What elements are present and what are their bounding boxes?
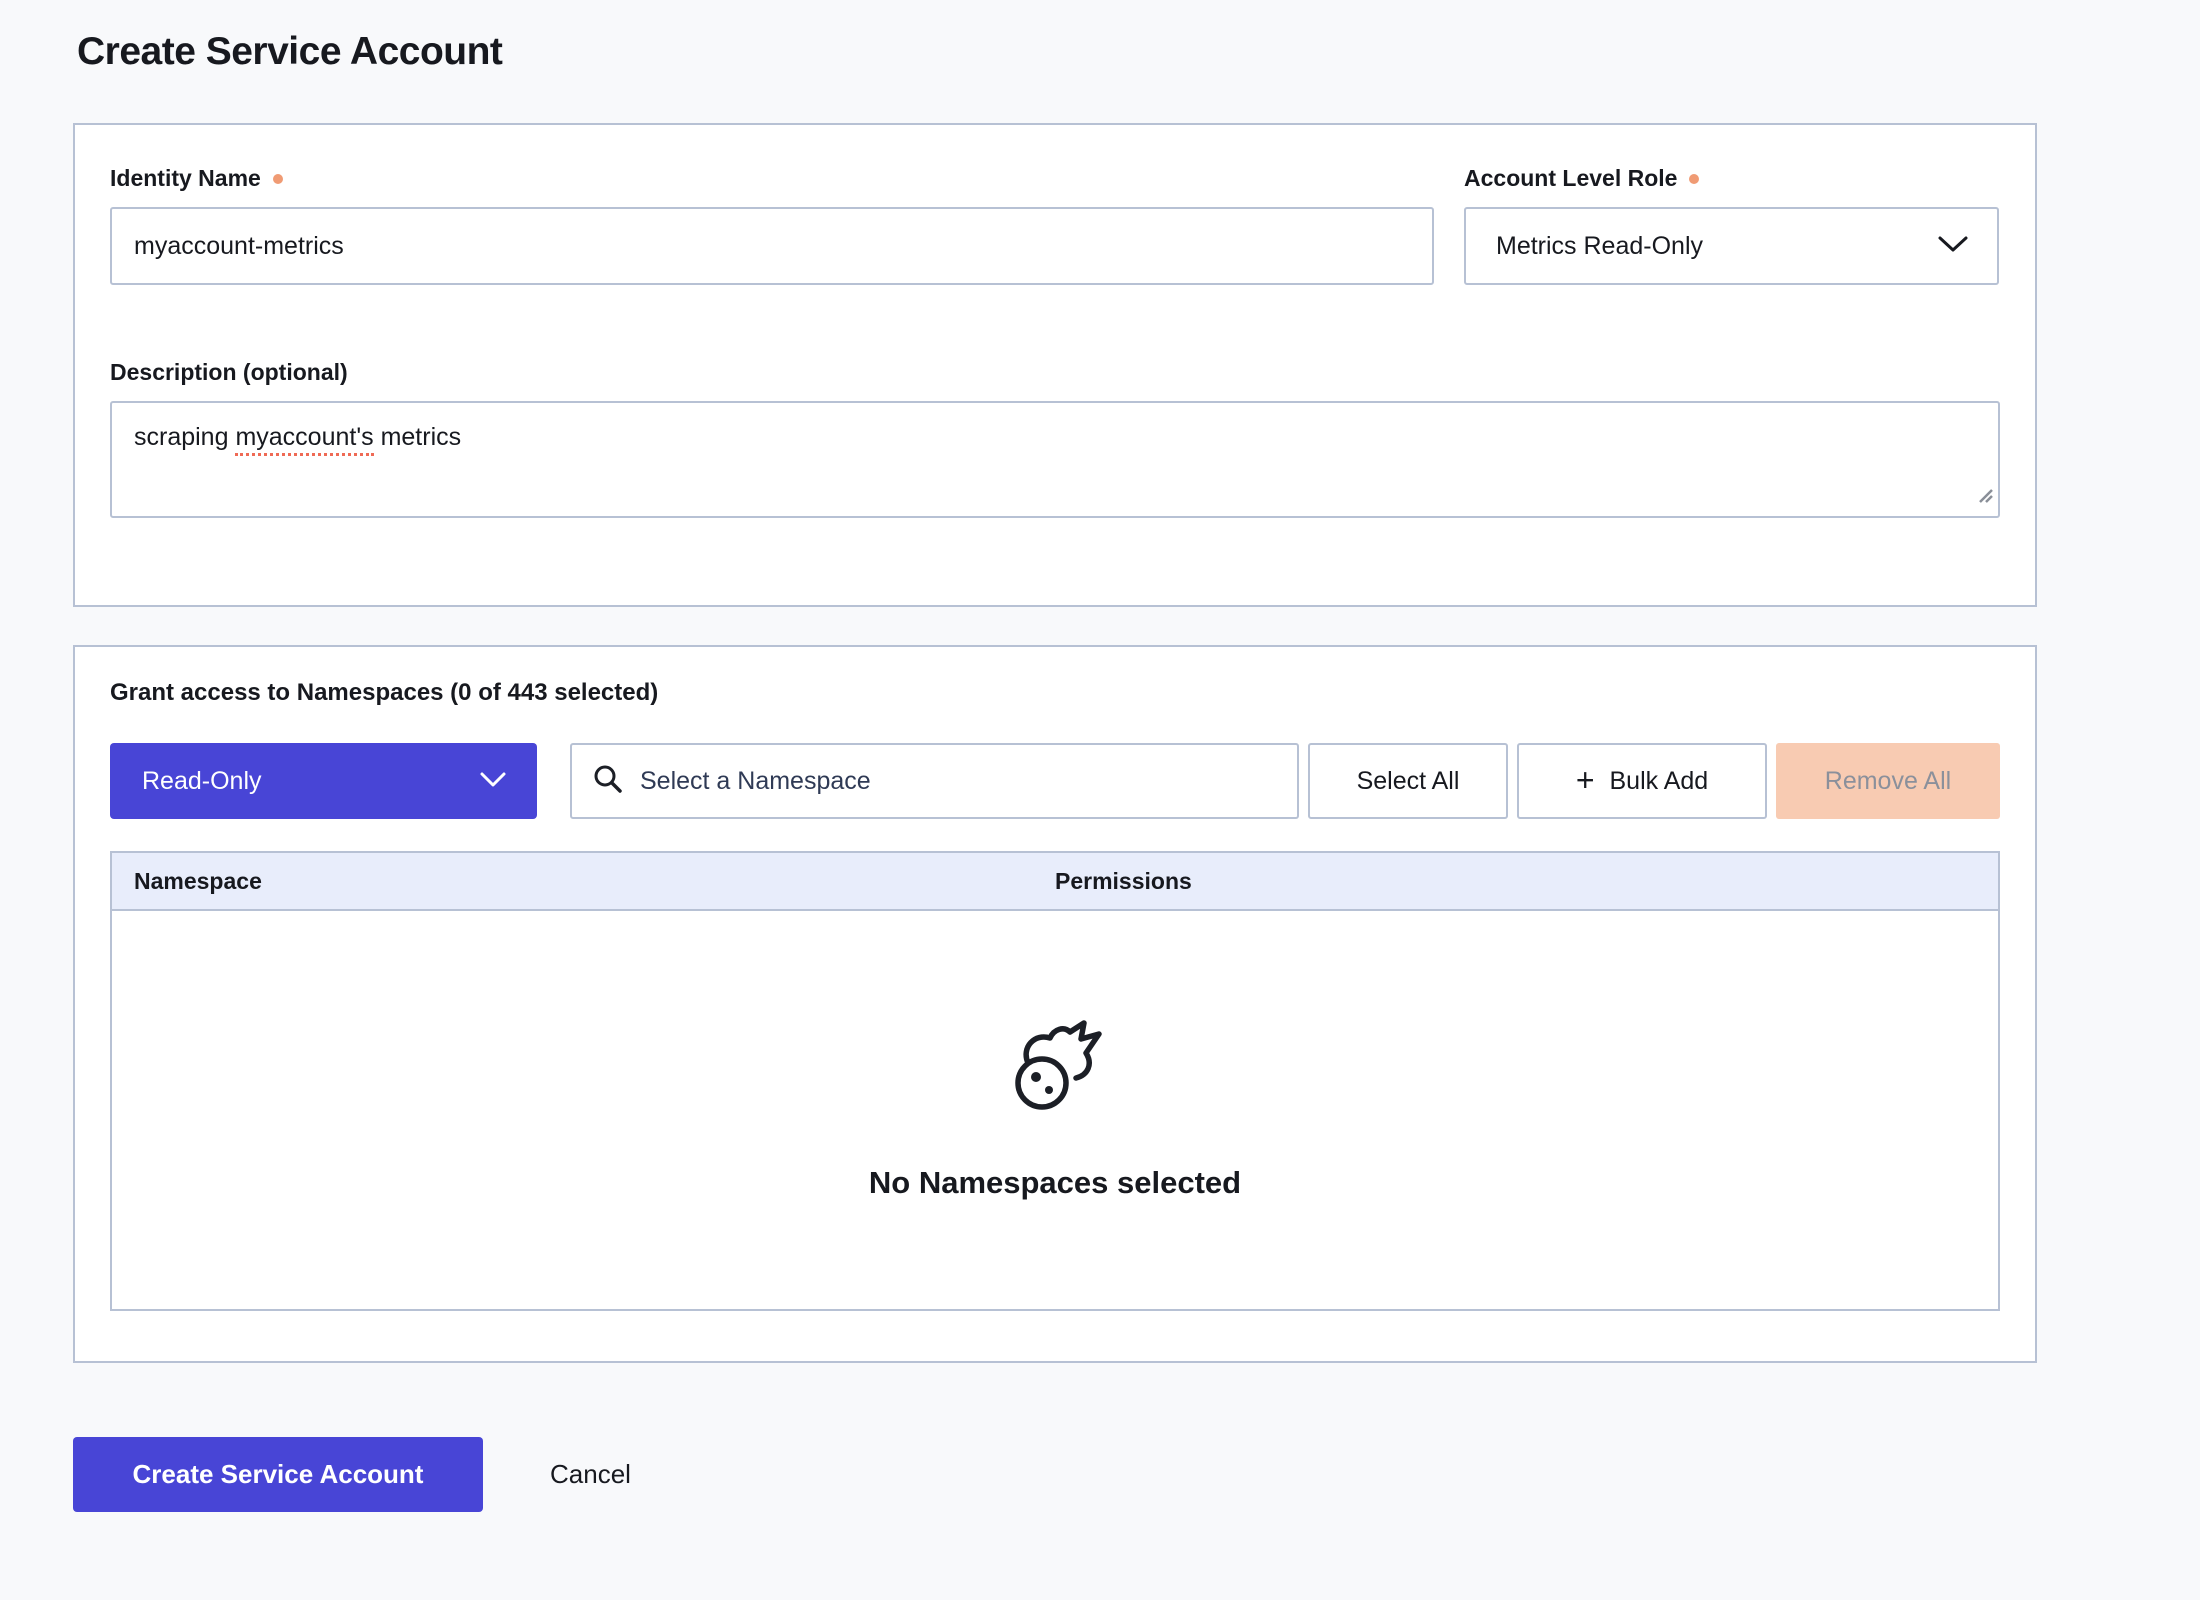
service-account-details-card: Identity Name Account Level Role Metrics…	[73, 123, 2037, 607]
remove-all-button[interactable]: Remove All	[1776, 743, 2000, 819]
plus-icon: +	[1576, 764, 1595, 796]
form-actions: Create Service Account Cancel	[73, 1437, 631, 1512]
page-title: Create Service Account	[77, 30, 502, 74]
identity-name-label-text: Identity Name	[110, 165, 261, 192]
description-label-text: Description (optional)	[110, 359, 348, 386]
grant-namespaces-title: Grant access to Namespaces (0 of 443 sel…	[110, 679, 2000, 707]
required-dot-icon	[1689, 174, 1699, 184]
permission-dropdown-value: Read-Only	[142, 767, 262, 796]
bulk-add-button[interactable]: + Bulk Add	[1517, 743, 1767, 819]
bulk-add-label: Bulk Add	[1610, 767, 1709, 796]
identity-name-input[interactable]	[110, 207, 1434, 285]
account-level-role-select[interactable]: Metrics Read-Only	[1464, 207, 1999, 285]
search-icon	[592, 763, 624, 800]
chevron-down-icon	[479, 767, 507, 796]
empty-state-text: No Namespaces selected	[869, 1165, 1241, 1201]
namespace-column-header: Namespace	[112, 868, 1055, 895]
description-text-suffix: metrics	[374, 423, 462, 451]
description-text-prefix: scraping	[134, 423, 235, 451]
description-label: Description (optional)	[110, 359, 2000, 386]
description-textarea[interactable]: scraping myaccount's metrics	[110, 401, 2000, 518]
select-all-button[interactable]: Select All	[1308, 743, 1508, 819]
grant-namespaces-card: Grant access to Namespaces (0 of 443 sel…	[73, 645, 2037, 1363]
account-level-role-label-text: Account Level Role	[1464, 165, 1677, 192]
select-all-label: Select All	[1357, 767, 1460, 796]
namespace-search-input[interactable]	[640, 745, 1277, 817]
cancel-button[interactable]: Cancel	[550, 1459, 631, 1490]
permission-dropdown[interactable]: Read-Only	[110, 743, 537, 819]
remove-all-label: Remove All	[1825, 767, 1951, 796]
resize-handle-icon[interactable]	[1974, 480, 1994, 513]
permissions-column-header: Permissions	[1055, 868, 1998, 895]
required-dot-icon	[273, 174, 283, 184]
account-level-role-label: Account Level Role	[1464, 165, 1999, 192]
account-level-role-value: Metrics Read-Only	[1496, 232, 1703, 261]
namespace-search[interactable]	[570, 743, 1299, 819]
chevron-down-icon	[1937, 232, 1969, 261]
namespaces-table: Namespace Permissions No Namespaces sele…	[110, 851, 2000, 1311]
namespaces-table-header: Namespace Permissions	[112, 853, 1998, 911]
namespaces-toolbar: Read-Only Select All + Bulk Add Remove A…	[110, 743, 2000, 819]
namespaces-table-body: No Namespaces selected	[112, 911, 1998, 1309]
comet-icon	[1005, 1020, 1105, 1125]
identity-name-label: Identity Name	[110, 165, 1434, 192]
create-service-account-button[interactable]: Create Service Account	[73, 1437, 483, 1512]
description-misspelled-word: myaccount's	[235, 423, 373, 456]
